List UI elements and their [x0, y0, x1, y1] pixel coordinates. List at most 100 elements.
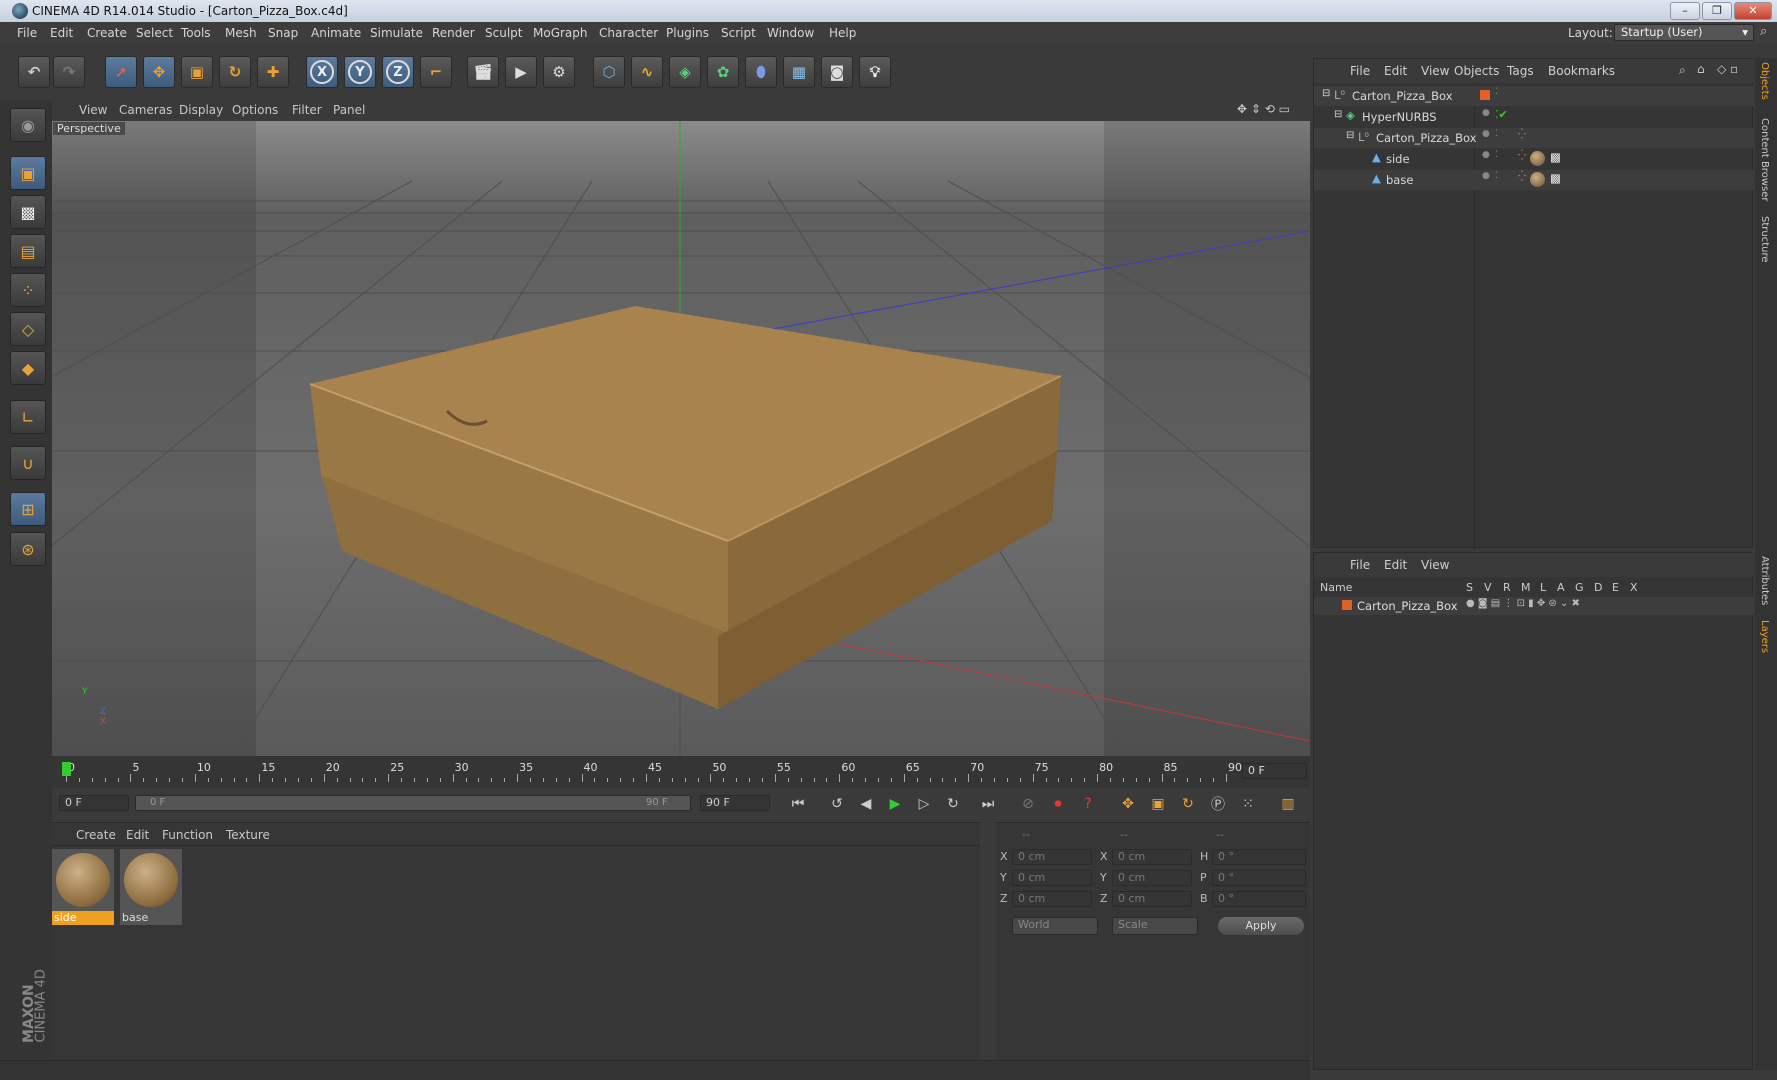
prev-frame-button[interactable]: ◀ [855, 793, 877, 815]
redo-button[interactable]: ↷ [53, 56, 85, 88]
tab-content-browser[interactable]: Content Browser [1759, 118, 1770, 201]
add-spline-button[interactable]: ∿ [631, 56, 663, 88]
prev-key-button[interactable]: ↺ [826, 793, 848, 815]
objects-menu-tags[interactable]: Tags [1507, 64, 1534, 78]
scale-button[interactable]: ▣ [181, 56, 213, 88]
tab-objects[interactable]: Objects [1759, 62, 1770, 100]
menu-file[interactable]: File [17, 26, 37, 40]
points-mode-button[interactable]: ⁘ [10, 273, 46, 307]
layer-col-locked[interactable]: L [1540, 581, 1546, 594]
menu-help[interactable]: Help [829, 26, 856, 40]
viewport-menu-view[interactable]: View [79, 103, 107, 117]
objects-menu-edit[interactable]: Edit [1384, 64, 1407, 78]
keyframe-selection-button[interactable]: ? [1077, 793, 1099, 815]
tweak-mode-button[interactable]: ∪ [10, 446, 46, 480]
layer-col-manager[interactable]: M [1521, 581, 1531, 594]
rotation-p-field[interactable]: 0 ° [1212, 870, 1306, 886]
apply-button[interactable]: Apply [1218, 917, 1304, 935]
goto-start-button[interactable]: ⏮ [787, 793, 809, 815]
layers-menu-edit[interactable]: Edit [1384, 558, 1407, 572]
layer-col-expressions[interactable]: E [1612, 581, 1619, 594]
position-y-field[interactable]: 0 cm [1012, 870, 1092, 886]
size-z-field[interactable]: 0 cm [1112, 891, 1192, 907]
rotation-h-field[interactable]: 0 ° [1212, 849, 1306, 865]
object-row[interactable]: ▲ base ● ⁚ ⁛ ▩ [1314, 170, 1754, 190]
viewport-menu-options[interactable]: Options [232, 103, 278, 117]
z-axis-button[interactable]: Z [382, 56, 414, 88]
snap-button[interactable]: ⊞ [10, 492, 46, 526]
visibility-dots-icon[interactable]: ● [1482, 108, 1490, 118]
edges-mode-button[interactable]: ◇ [10, 312, 46, 346]
key-parameter-button[interactable]: Ⓟ [1207, 793, 1229, 815]
panel-options-icon[interactable]: ◇ ▫ [1717, 62, 1738, 76]
layer-row[interactable]: Carton_Pizza_Box ● ◙ ▤ ⋮ ⊡ ▮ ✥ ⊜ ⌄ ✖ [1314, 597, 1754, 615]
render-dots-icon[interactable]: ⁚ [1495, 171, 1498, 181]
material-tag-icon[interactable] [1530, 172, 1545, 187]
home-icon[interactable]: ⌂ [1697, 62, 1705, 76]
timeline-button[interactable]: ▥ [1277, 793, 1299, 815]
layer-col-generators[interactable]: G [1575, 581, 1584, 594]
object-row[interactable]: ⊟ ◈ HyperNURBS ● ⁚✔ [1314, 107, 1754, 127]
render-view-button[interactable]: 🎬︎ [467, 56, 499, 88]
end-frame-field[interactable]: 90 F [700, 795, 770, 811]
key-scale-button[interactable]: ▣ [1147, 793, 1169, 815]
add-nurbs-button[interactable]: ◈ [669, 56, 701, 88]
tab-layers[interactable]: Layers [1759, 620, 1770, 653]
render-dots-icon[interactable]: ⁚ [1495, 129, 1498, 139]
phong-tag-icon[interactable]: ⁛ [1518, 171, 1526, 182]
model-mode-button[interactable]: ▣ [10, 156, 46, 190]
position-x-field[interactable]: 0 cm [1012, 849, 1092, 865]
key-position-button[interactable]: ✥ [1117, 793, 1139, 815]
menu-script[interactable]: Script [721, 26, 756, 40]
tab-structure[interactable]: Structure [1759, 216, 1770, 263]
layers-menu-file[interactable]: File [1350, 558, 1370, 572]
autokey-button[interactable]: ⏺ [1047, 793, 1069, 815]
maximize-button[interactable]: ❐ [1702, 2, 1732, 20]
visibility-dots-icon[interactable]: ● [1482, 150, 1490, 160]
layer-col-view[interactable]: V [1484, 581, 1492, 594]
viewport-perspective[interactable]: Perspective Y X Z [52, 121, 1310, 756]
checkmark-icon[interactable]: ⁚✔ [1495, 108, 1508, 121]
tag-icon[interactable]: ⁛ [1518, 129, 1526, 140]
objects-menu-bookmarks[interactable]: Bookmarks [1548, 64, 1615, 78]
material-menu-texture[interactable]: Texture [226, 828, 270, 842]
viewport-nav-icons[interactable]: ✥ ⇕ ⟲ ▭ [1237, 102, 1290, 116]
layer-col-deformers[interactable]: D [1594, 581, 1602, 594]
layer-col-solo[interactable]: S [1466, 581, 1473, 594]
size-y-field[interactable]: 0 cm [1112, 870, 1192, 886]
material-tag-icon[interactable] [1530, 151, 1545, 166]
menu-window[interactable]: Window [767, 26, 814, 40]
menu-plugins[interactable]: Plugins [666, 26, 709, 40]
menu-animate[interactable]: Animate [311, 26, 361, 40]
coord-mode-dropdown[interactable]: World [1012, 917, 1098, 935]
record-keys-button[interactable]: ⊘ [1017, 793, 1039, 815]
rotation-b-field[interactable]: 0 ° [1212, 891, 1306, 907]
layer-col-render[interactable]: R [1503, 581, 1511, 594]
close-button[interactable]: ✕ [1734, 2, 1772, 20]
layer-col-xref[interactable]: X [1630, 581, 1638, 594]
size-x-field[interactable]: 0 cm [1112, 849, 1192, 865]
y-axis-button[interactable]: Y [344, 56, 376, 88]
texture-mode-button[interactable]: ▩ [10, 195, 46, 229]
add-cube-button[interactable]: ⬡ [593, 56, 625, 88]
lock-workplane-button[interactable]: ⊛ [10, 532, 46, 566]
menu-snap[interactable]: Snap [268, 26, 298, 40]
play-button[interactable]: ▶ [884, 793, 906, 815]
key-rotation-button[interactable]: ↻ [1177, 793, 1199, 815]
material-menu-edit[interactable]: Edit [126, 828, 149, 842]
axis-mode-button[interactable]: ∟ [10, 400, 46, 434]
frame-range-slider[interactable]: 0 F 90 F [135, 795, 691, 811]
tab-attributes[interactable]: Attributes [1759, 556, 1770, 605]
next-frame-button[interactable]: ▷ [913, 793, 935, 815]
viewport-menu-cameras[interactable]: Cameras [119, 103, 172, 117]
position-z-field[interactable]: 0 cm [1012, 891, 1092, 907]
move-button[interactable]: ✥ [143, 56, 175, 88]
phong-tag-icon[interactable]: ⁛ [1518, 150, 1526, 161]
layout-dropdown[interactable]: Startup (User) ▾ [1614, 24, 1754, 41]
menu-mograph[interactable]: MoGraph [533, 26, 588, 40]
render-picture-viewer-button[interactable]: ▶ [505, 56, 537, 88]
menu-simulate[interactable]: Simulate [370, 26, 423, 40]
menu-tools[interactable]: Tools [181, 26, 211, 40]
object-row[interactable]: ⊟ L⁰ Carton_Pizza_Box ⁚ [1314, 86, 1754, 106]
visibility-dots-icon[interactable]: ⁚ [1495, 87, 1498, 97]
